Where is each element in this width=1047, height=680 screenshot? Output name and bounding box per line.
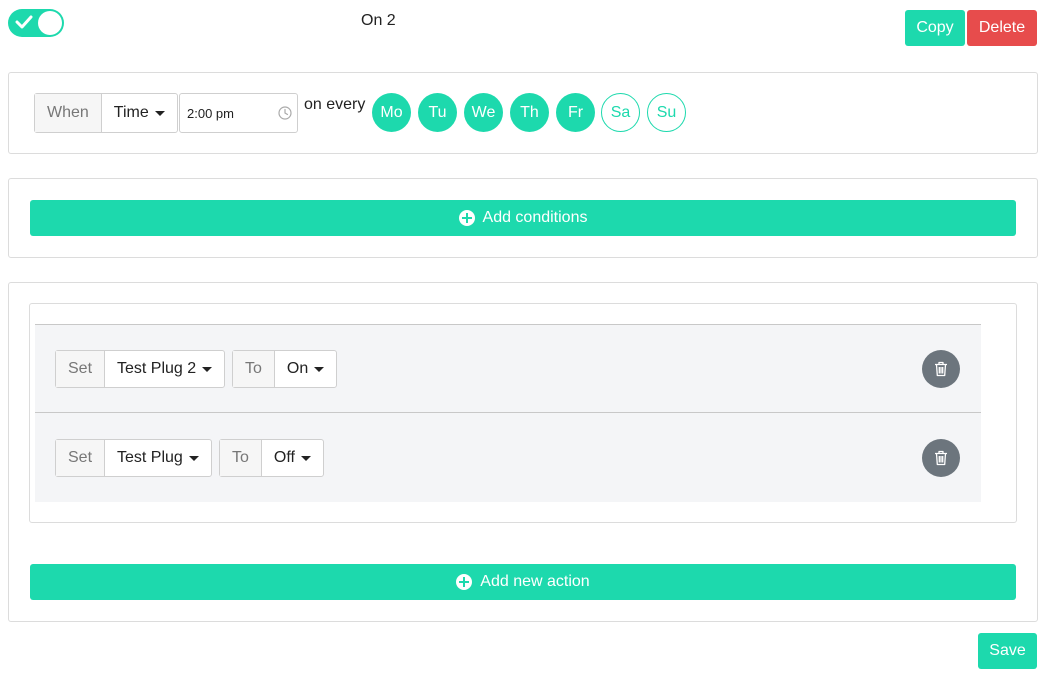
state-value: On (286, 360, 309, 377)
caret-down-icon (154, 110, 165, 116)
to-label: To (233, 351, 275, 387)
device-value: Test Plug 2 (117, 360, 197, 377)
add-action-label: Add new action (480, 573, 590, 590)
caret-down-icon (202, 366, 213, 372)
state-value: Off (273, 449, 295, 466)
when-label: When (35, 94, 102, 132)
device-value: Test Plug (117, 449, 183, 466)
remove-action-button[interactable] (922, 350, 960, 388)
time-value: 2:00 pm (187, 105, 234, 121)
day-thursday[interactable]: Th (510, 93, 549, 132)
toggle-knob (38, 11, 62, 35)
caret-down-icon (314, 366, 325, 372)
plus-circle-icon (456, 574, 473, 590)
action-device-group: Set Test Plug 2 (55, 350, 226, 388)
set-label: Set (56, 440, 106, 476)
day-sunday[interactable]: Su (647, 93, 686, 132)
add-conditions-label: Add conditions (482, 209, 588, 226)
enable-toggle[interactable] (8, 9, 64, 37)
day-monday[interactable]: Mo (372, 93, 411, 132)
trash-icon (935, 361, 947, 377)
clock-icon (278, 106, 292, 120)
set-label: Set (56, 351, 106, 387)
caret-down-icon (300, 455, 311, 461)
state-dropdown[interactable]: On (275, 351, 336, 387)
day-saturday[interactable]: Sa (601, 93, 640, 132)
save-button[interactable]: Save (978, 633, 1037, 669)
trash-icon (935, 450, 947, 466)
day-friday[interactable]: Fr (556, 93, 595, 132)
add-action-button[interactable]: Add new action (30, 564, 1016, 600)
trigger-type-group: When Time (34, 93, 178, 133)
remove-action-button[interactable] (922, 439, 960, 477)
trigger-type-value: Time (113, 104, 149, 121)
rule-name: On 2 (361, 12, 396, 29)
delete-button[interactable]: Delete (967, 10, 1037, 46)
plus-circle-icon (458, 210, 475, 226)
action-state-group: To Off (219, 439, 324, 477)
day-wednesday[interactable]: We (464, 93, 503, 132)
state-dropdown[interactable]: Off (262, 440, 323, 476)
to-label: To (220, 440, 262, 476)
day-tuesday[interactable]: Tu (418, 93, 457, 132)
device-dropdown[interactable]: Test Plug (105, 440, 211, 476)
device-dropdown[interactable]: Test Plug 2 (105, 351, 224, 387)
check-icon (15, 15, 33, 29)
trigger-type-dropdown[interactable]: Time (102, 94, 177, 132)
caret-down-icon (188, 455, 199, 461)
action-state-group: To On (232, 350, 338, 388)
add-conditions-button[interactable]: Add conditions (30, 200, 1016, 236)
time-input[interactable]: 2:00 pm (179, 93, 298, 133)
action-device-group: Set Test Plug (55, 439, 212, 477)
on-every-label: on every (304, 96, 366, 113)
copy-button[interactable]: Copy (905, 10, 965, 46)
